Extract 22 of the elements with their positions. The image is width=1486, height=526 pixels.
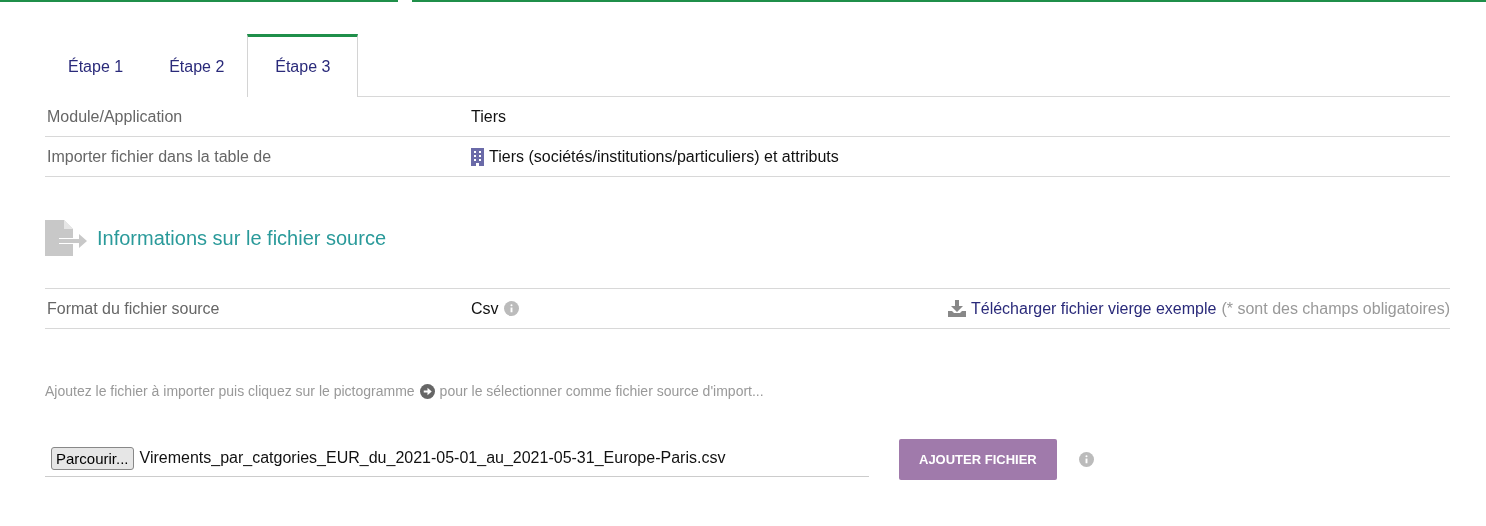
hint-text: Ajoutez le fichier à importer puis cliquez sur le pictogramme — [45, 383, 415, 399]
arrow-circle-icon — [419, 383, 435, 399]
file-name: Virements_par_catgories_EUR_du_2021-05-01_au_2021-05-31_Europe-Paris.csv — [139, 449, 726, 467]
add-file-button[interactable]: AJOUTER FICHIER — [899, 439, 1057, 480]
field-label: Module/Application — [46, 107, 184, 126]
field-label: Importer fichier dans la table de — [46, 147, 273, 166]
file-input[interactable]: Parcourir... Virements_par_catgories_EUR_du_2021-05-01_au_2021-05-31_Europe-Paris.csv — [45, 442, 869, 477]
file-export-icon — [45, 220, 87, 256]
step-tab[interactable]: Étape 3 — [247, 34, 359, 97]
field-value: Tiers (sociétés/institutions/particuliers) et attributs — [489, 147, 839, 166]
download-icon — [948, 300, 966, 317]
field-value: Csv — [471, 299, 499, 318]
download-link[interactable]: Télécharger fichier vierge exemple — [971, 299, 1217, 318]
info-icon — [1078, 452, 1094, 467]
building-icon — [471, 147, 484, 166]
field-label: Format du fichier source — [46, 299, 221, 318]
section-title: Informations sur le fichier source — [97, 226, 386, 250]
required-note: (* sont des champs obligatoires) — [1221, 299, 1450, 318]
field-value: Tiers — [471, 107, 506, 126]
browse-button[interactable]: Parcourir... — [51, 446, 134, 470]
hint-text: pour le sélectionner comme fichier source d'import... — [439, 383, 764, 399]
info-icon — [503, 301, 519, 316]
